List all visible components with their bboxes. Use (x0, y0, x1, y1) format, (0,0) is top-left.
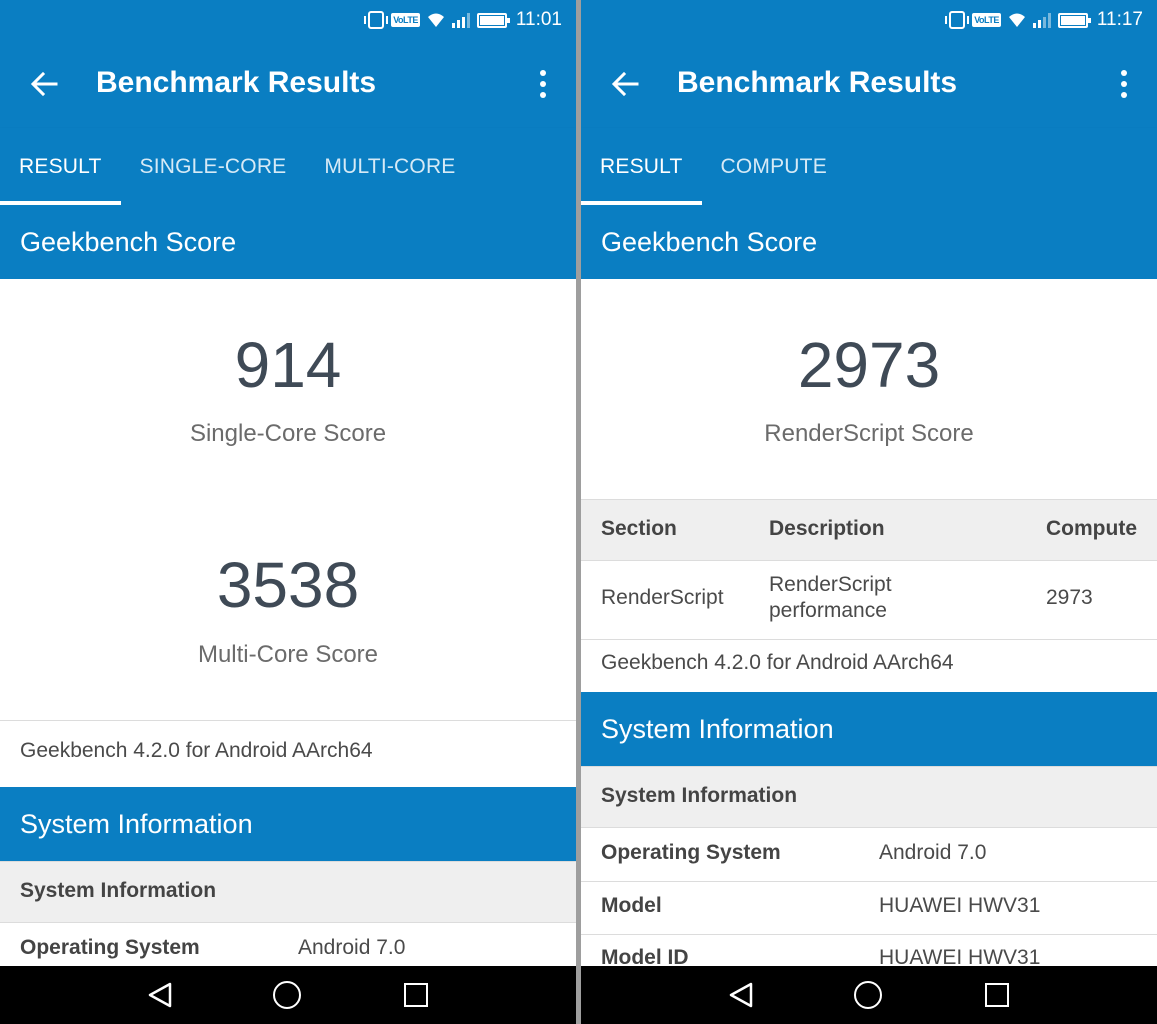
vibrate-icon (945, 11, 970, 29)
divider (0, 720, 576, 721)
model-label: Model (601, 894, 662, 917)
overflow-menu-icon[interactable] (540, 70, 548, 98)
battery-icon (476, 12, 510, 28)
col-header-section: Section (601, 517, 677, 540)
col-header-compute: Compute (1046, 517, 1137, 540)
nav-back-icon[interactable] (146, 981, 174, 1009)
battery-icon (1057, 12, 1091, 28)
nav-recents-icon[interactable] (985, 983, 1009, 1007)
multi-core-score-label: Multi-Core Score (197, 641, 379, 668)
left-screen: VoLTE 11:01 Benchmark Results RESULT SIN… (0, 0, 576, 1024)
navigation-bar (581, 966, 1157, 1024)
volte-icon: VoLTE (391, 13, 420, 27)
back-arrow-icon[interactable] (26, 66, 62, 102)
system-information-header: System Information (0, 787, 576, 861)
col-header-description: Description (769, 517, 885, 540)
volte-icon: VoLTE (972, 13, 1001, 27)
sysinfo-subheader-row: System Information (0, 861, 576, 923)
tab-compute[interactable]: COMPUTE (702, 128, 846, 205)
page-title: Benchmark Results (96, 66, 377, 99)
status-bar: VoLTE 11:01 (0, 0, 576, 40)
divider (581, 639, 1157, 640)
signal-icon (451, 12, 470, 28)
multi-core-score-value: 3538 (216, 549, 360, 621)
overflow-menu-icon[interactable] (1121, 70, 1129, 98)
wifi-icon (427, 13, 444, 27)
tab-bar: RESULT COMPUTE (581, 128, 1157, 205)
os-label: Operating System (20, 936, 200, 959)
app-bar: Benchmark Results (581, 40, 1157, 128)
cell-description-line2: performance (769, 599, 887, 622)
nav-back-icon[interactable] (727, 981, 755, 1009)
geekbench-score-header: Geekbench Score (0, 205, 576, 279)
navigation-bar (0, 966, 576, 1024)
tab-single-core[interactable]: SINGLE-CORE (121, 128, 306, 205)
cell-compute: 2973 (1046, 586, 1093, 609)
os-value: Android 7.0 (879, 841, 987, 864)
tab-bar: RESULT SINGLE-CORE MULTI-CORE (0, 128, 576, 205)
tab-multi-core[interactable]: MULTI-CORE (305, 128, 474, 205)
status-time: 11:17 (1096, 9, 1143, 30)
geekbench-score-header: Geekbench Score (581, 205, 1157, 279)
app-bar: Benchmark Results (0, 40, 576, 128)
sysinfo-subheader: System Information (601, 784, 798, 807)
tab-result[interactable]: RESULT (581, 128, 702, 205)
divider (581, 934, 1157, 935)
nav-home-icon[interactable] (854, 981, 882, 1009)
page-title: Benchmark Results (677, 66, 958, 99)
sysinfo-subheader: System Information (20, 879, 217, 902)
version-text: Geekbench 4.2.0 for Android AArch64 (20, 739, 373, 762)
wifi-icon (1008, 13, 1025, 27)
single-core-score-label: Single-Core Score (189, 420, 387, 447)
os-label: Operating System (601, 841, 781, 864)
cell-description-line1: RenderScript (769, 573, 892, 596)
renderscript-score-label: RenderScript Score (764, 420, 974, 447)
os-value: Android 7.0 (298, 936, 406, 959)
tab-result[interactable]: RESULT (0, 128, 121, 205)
status-bar: VoLTE 11:17 (581, 0, 1157, 40)
cell-section: RenderScript (601, 586, 724, 609)
nav-recents-icon[interactable] (404, 983, 428, 1007)
status-time: 11:01 (515, 9, 562, 30)
back-arrow-icon[interactable] (607, 66, 643, 102)
system-information-header: System Information (581, 692, 1157, 766)
model-value: HUAWEI HWV31 (879, 894, 1041, 917)
right-screen: VoLTE 11:17 Benchmark Results RESULT COM… (581, 0, 1157, 1024)
version-text: Geekbench 4.2.0 for Android AArch64 (601, 651, 954, 674)
table-header-row: Section Description Compute (581, 499, 1157, 561)
divider (581, 881, 1157, 882)
single-core-score-value: 914 (234, 329, 342, 401)
vibrate-icon (364, 11, 389, 29)
signal-icon (1032, 12, 1051, 28)
sysinfo-subheader-row: System Information (581, 766, 1157, 828)
renderscript-score-value: 2973 (797, 329, 941, 401)
nav-home-icon[interactable] (273, 981, 301, 1009)
